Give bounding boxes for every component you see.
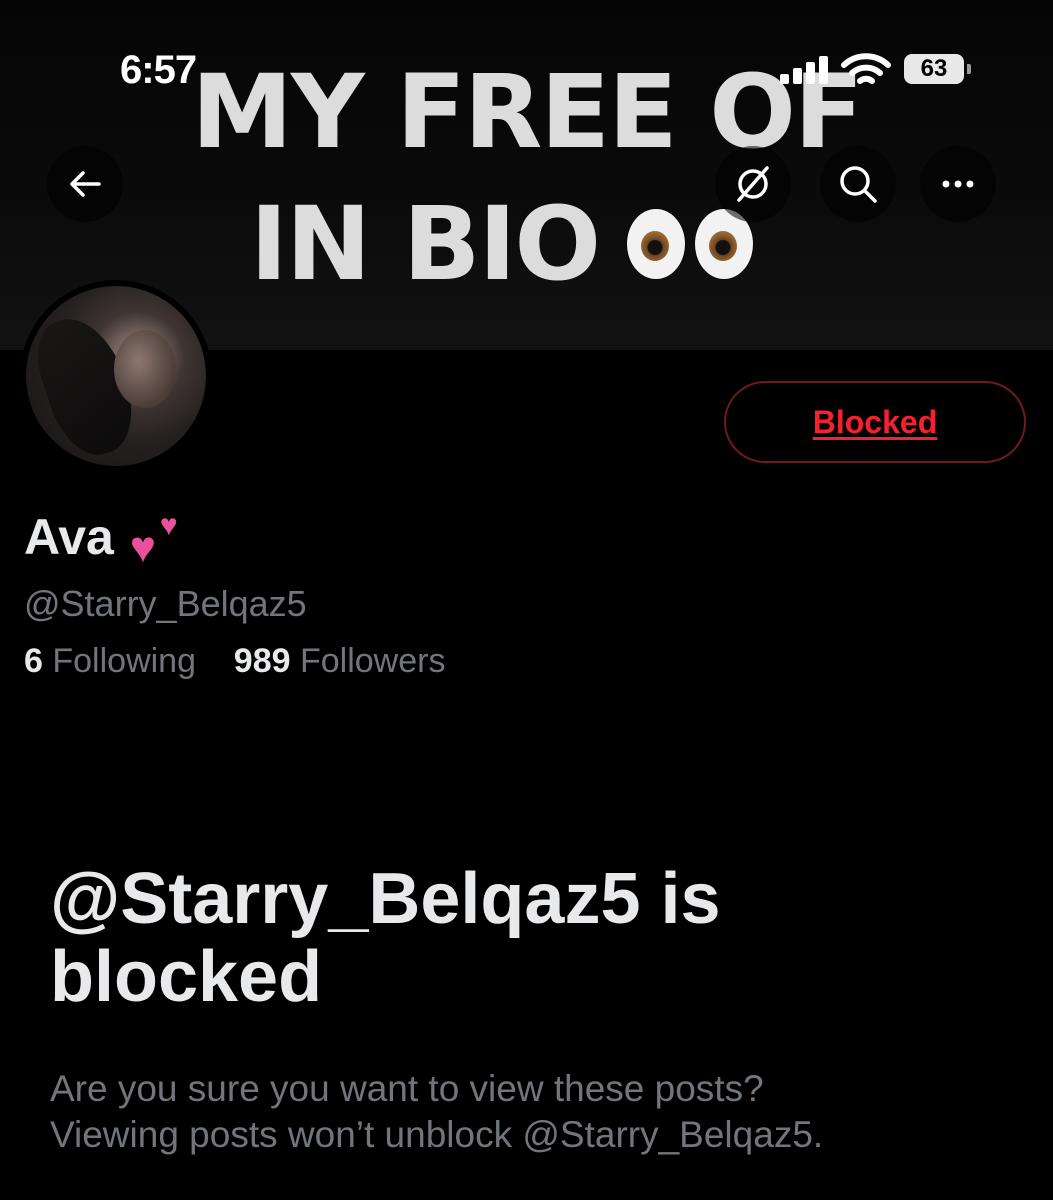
avatar-photo xyxy=(26,286,206,466)
blocked-notice-description: Are you sure you want to view these post… xyxy=(50,1066,1030,1158)
followers-count: 989 xyxy=(233,642,291,680)
profile-name: Ava xyxy=(24,509,114,565)
following-link[interactable]: 6 Following xyxy=(24,642,196,680)
followers-link[interactable]: 989 Followers xyxy=(234,642,446,680)
search-button[interactable] xyxy=(820,146,896,222)
following-count: 6 xyxy=(24,642,43,680)
more-button[interactable] xyxy=(920,146,996,222)
grok-button[interactable] xyxy=(715,146,791,222)
search-icon xyxy=(840,166,877,203)
blocked-notice-title: @Starry_Belqaz5 is blocked xyxy=(50,859,721,1017)
battery-indicator: 63 xyxy=(904,54,971,84)
profile-stats: 6 Following 989 Followers xyxy=(24,642,445,681)
profile-name-row: Ava ♥ ♥ xyxy=(24,508,190,572)
wifi-icon xyxy=(841,53,891,84)
profile-handle: @Starry_Belqaz5 xyxy=(24,583,307,624)
two-hearts-emoji-icon: ♥ ♥ xyxy=(129,509,178,572)
grok-icon xyxy=(737,166,769,202)
status-time: 6:57 xyxy=(120,48,197,92)
more-horizontal-icon xyxy=(942,180,974,188)
blocked-notice-line-2: Viewing posts won’t unblock @Starry_Belq… xyxy=(50,1114,824,1155)
followers-label: Followers xyxy=(299,642,446,680)
back-button[interactable] xyxy=(47,146,123,222)
blocked-notice-line-1: Are you sure you want to view these post… xyxy=(50,1068,764,1109)
following-label: Following xyxy=(52,642,196,680)
arrow-left-icon xyxy=(70,171,101,197)
blocked-button[interactable]: Blocked xyxy=(724,381,1026,463)
profile-avatar[interactable] xyxy=(20,280,212,472)
